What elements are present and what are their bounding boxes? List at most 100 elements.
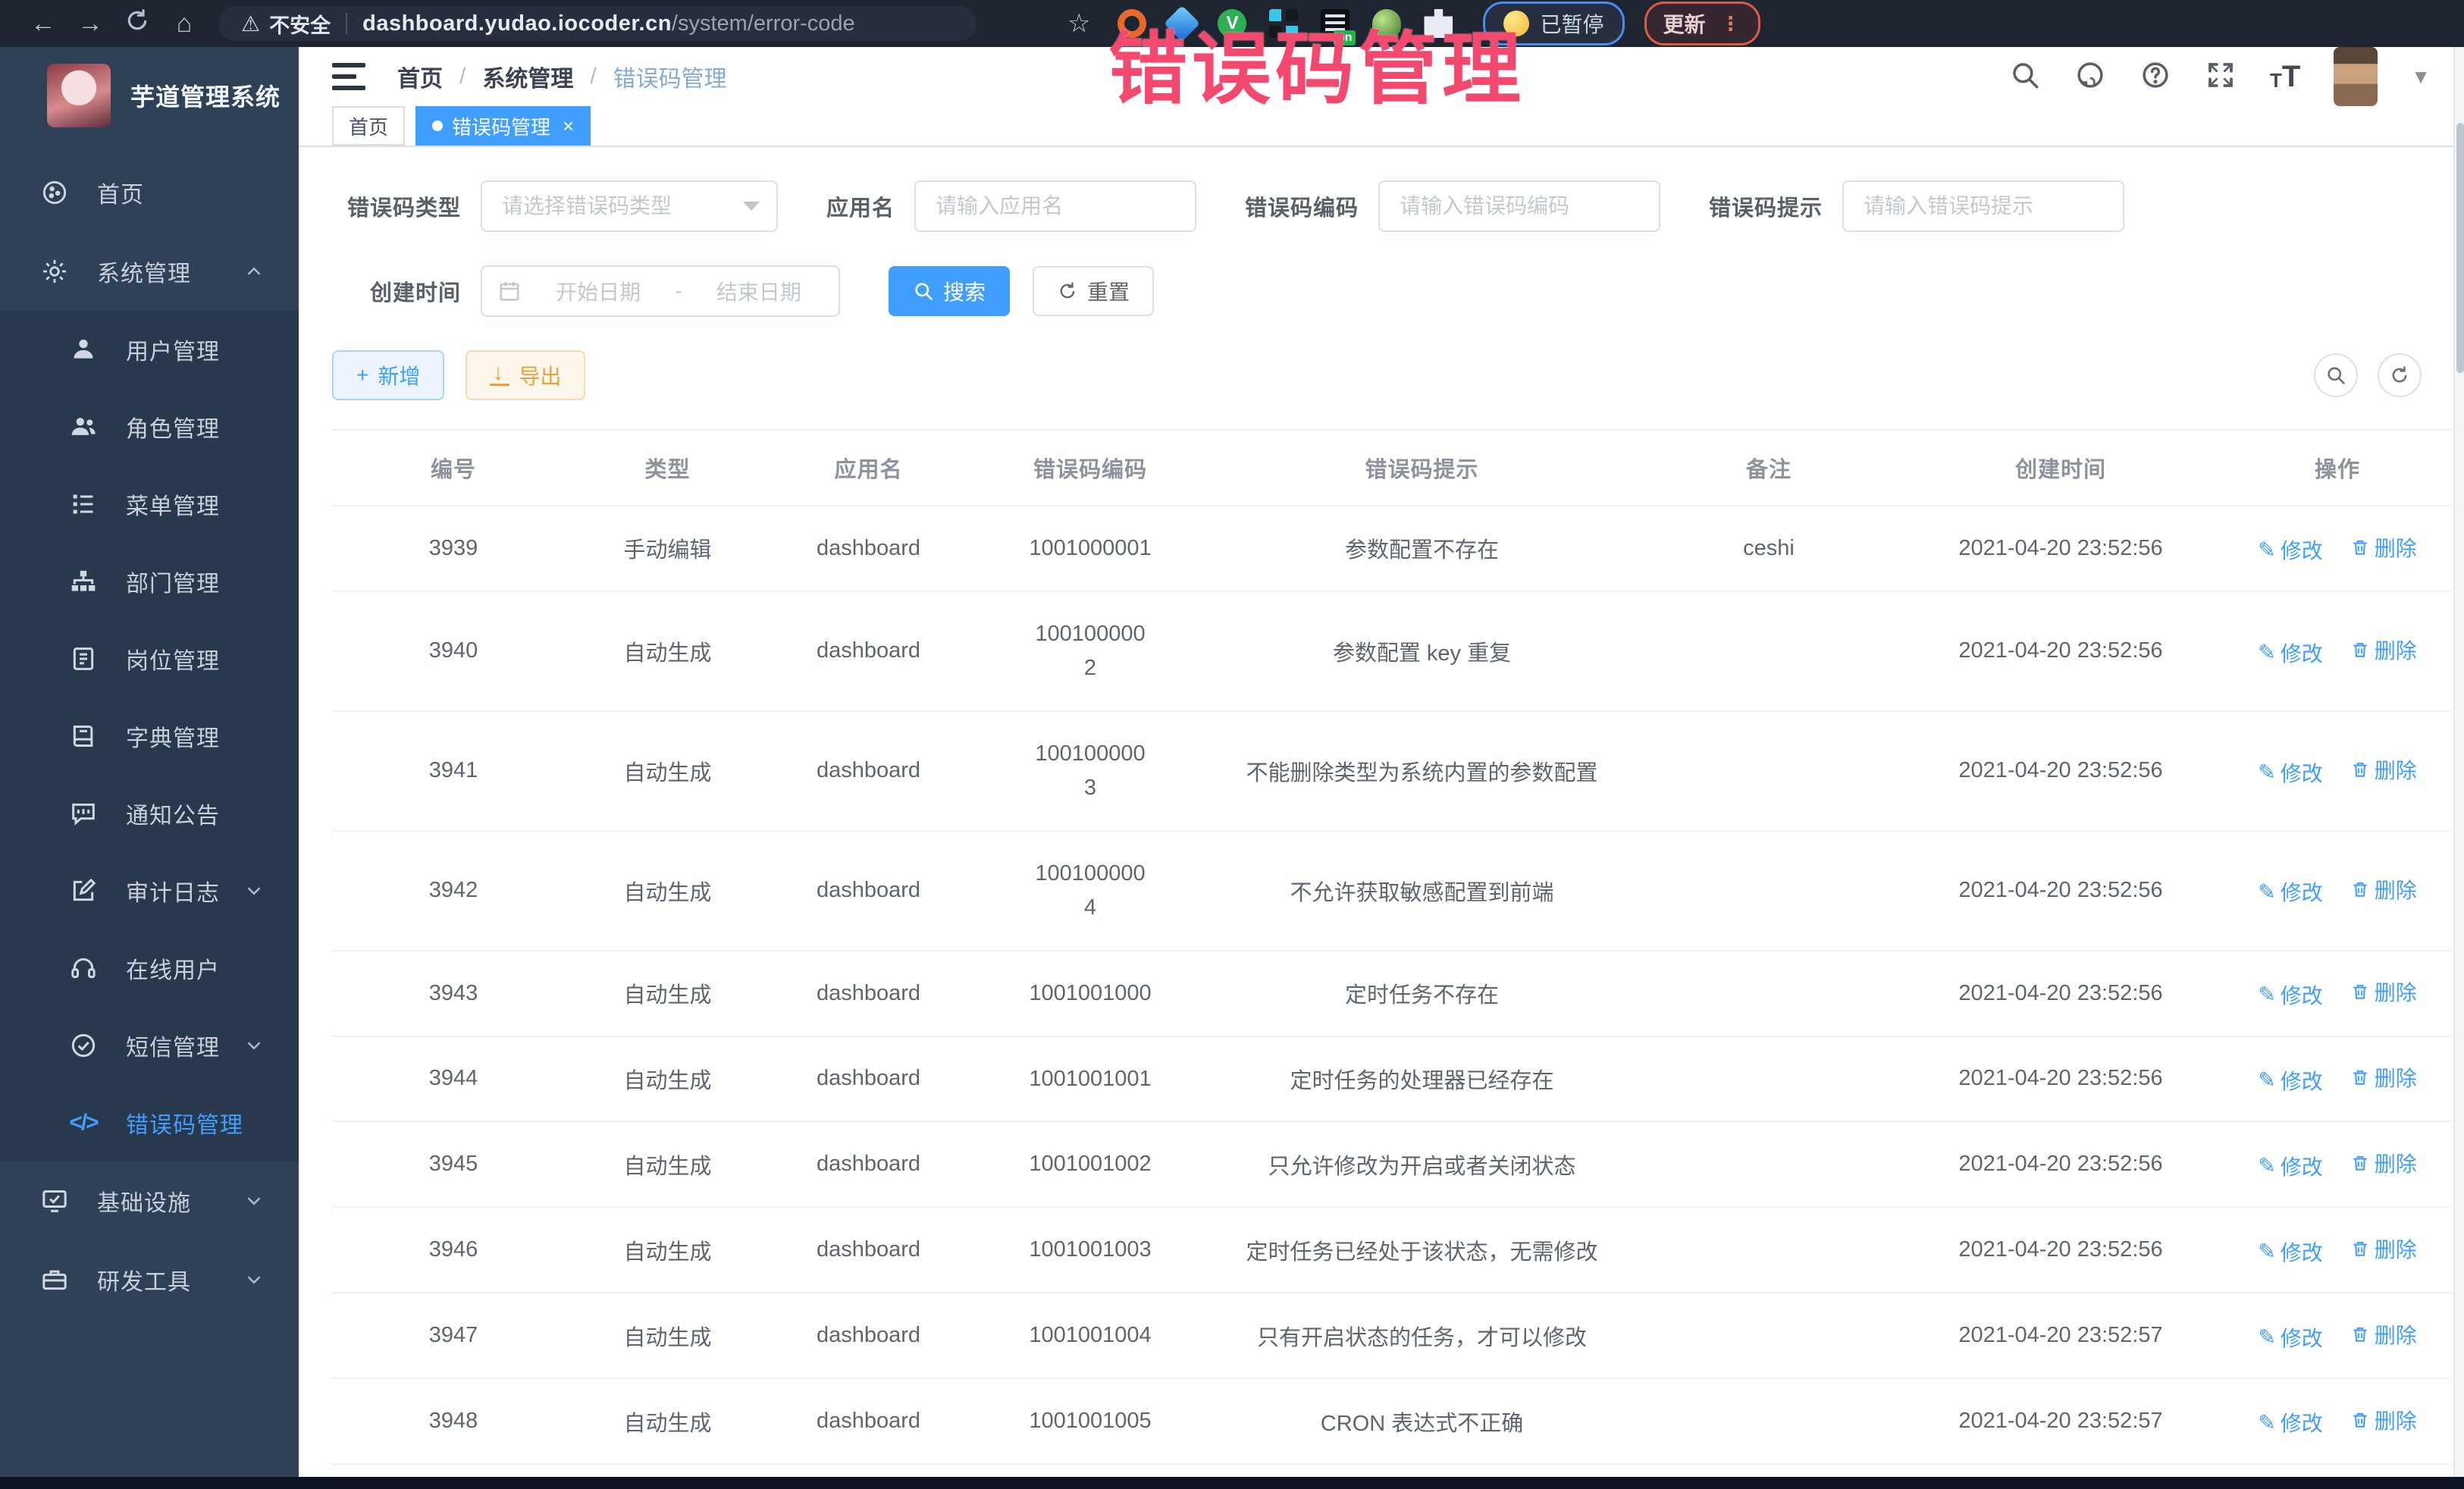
show-search-button[interactable] <box>2314 353 2358 397</box>
delete-link[interactable]: 删除 <box>2350 976 2417 1007</box>
edit-link[interactable]: ✎修改 <box>2258 534 2322 565</box>
cell-type: 自动生成 <box>575 831 760 951</box>
cell-hint: CRON 表达式不正确 <box>1204 1378 1640 1464</box>
cell-ops: ✎修改 删除 <box>2224 711 2451 831</box>
delete-link[interactable]: 删除 <box>2350 1062 2417 1092</box>
caret-down-icon[interactable]: ▼ <box>2411 65 2431 89</box>
sidebar-item-audit-log[interactable]: 审计日志 <box>0 852 299 929</box>
sidebar-item-dev-tools[interactable]: 研发工具 <box>0 1240 299 1319</box>
cell-app: dashboard <box>760 591 977 711</box>
browser-forward-icon[interactable]: → <box>67 9 114 39</box>
add-button[interactable]: + 新增 <box>332 350 444 400</box>
sidebar-item-roles[interactable]: 角色管理 <box>0 388 299 466</box>
delete-link[interactable]: 删除 <box>2350 1148 2417 1178</box>
calendar-icon <box>497 279 522 303</box>
pencil-icon: ✎ <box>2258 982 2275 1007</box>
edit-link[interactable]: ✎修改 <box>2258 980 2322 1010</box>
sidebar-item-sms[interactable]: 短信管理 <box>0 1007 299 1084</box>
breadcrumb-system[interactable]: 系统管理 <box>482 60 573 93</box>
sidebar-item-dict[interactable]: 字典管理 <box>0 697 299 775</box>
sidebar-item-infra[interactable]: 基础设施 <box>0 1161 299 1240</box>
date-range-picker[interactable]: 开始日期 - 结束日期 <box>481 265 840 317</box>
cell-type: 自动生成 <box>575 1207 760 1293</box>
cell-code: 1001001001 <box>977 1036 1204 1122</box>
bookmark-star-icon[interactable]: ☆ <box>1067 8 1090 39</box>
start-date-placeholder: 开始日期 <box>534 276 663 306</box>
app-name-input[interactable] <box>914 180 1196 232</box>
breadcrumb-home[interactable]: 首页 <box>397 60 443 93</box>
cell-remark <box>1640 711 1898 831</box>
table-row: 3948 自动生成 dashboard 1001001005 CRON 表达式不… <box>332 1378 2451 1464</box>
update-button[interactable]: 更新 ⋮ <box>1644 2 1760 45</box>
edit-link[interactable]: ✎修改 <box>2258 1237 2322 1267</box>
pencil-icon: ✎ <box>2258 1067 2275 1092</box>
cell-id: 3943 <box>332 951 575 1036</box>
edit-link[interactable]: ✎修改 <box>2258 1065 2322 1096</box>
col-hint: 错误码提示 <box>1204 430 1640 506</box>
sidebar-item-departments[interactable]: 部门管理 <box>0 543 299 620</box>
cell-ops: ✎修改 删除 <box>2224 1036 2451 1122</box>
help-icon[interactable] <box>2140 59 2171 95</box>
font-size-icon[interactable]: TT <box>2270 63 2300 90</box>
browser-back-icon[interactable]: ← <box>20 9 67 39</box>
user-avatar[interactable] <box>2334 47 2378 106</box>
search-icon[interactable] <box>2009 59 2041 95</box>
cell-time: 2021-04-20 23:52:56 <box>1898 711 2224 831</box>
browser-menu-icon[interactable]: ⋮ <box>1721 12 1741 36</box>
search-button[interactable]: 搜索 <box>889 266 1010 316</box>
error-code-input[interactable] <box>1378 180 1660 232</box>
cell-ops: ✎修改 删除 <box>2224 506 2451 591</box>
sidebar-item-menus[interactable]: 菜单管理 <box>0 466 299 543</box>
hamburger-icon[interactable] <box>332 63 365 90</box>
address-bar[interactable]: ⚠ 不安全 dashboard.yudao.iocoder.cn/system/… <box>218 6 977 41</box>
delete-link[interactable]: 删除 <box>2350 1234 2417 1264</box>
app-logo-row[interactable]: 芋道管理系统 <box>0 47 299 144</box>
trash-icon <box>2350 538 2370 557</box>
delete-link[interactable]: 删除 <box>2350 1405 2417 1435</box>
delete-link[interactable]: 删除 <box>2350 754 2417 785</box>
edit-link[interactable]: ✎修改 <box>2258 638 2322 668</box>
sidebar: 芋道管理系统 首页 系统管理 <box>0 47 299 1477</box>
sidebar-item-users[interactable]: 用户管理 <box>0 311 299 388</box>
sidebar-item-home[interactable]: 首页 <box>0 153 299 232</box>
tab-home[interactable]: 首页 <box>332 106 405 146</box>
delete-link[interactable]: 删除 <box>2350 874 2417 904</box>
sidebar-item-online-users[interactable]: 在线用户 <box>0 929 299 1007</box>
sidebar-item-error-code[interactable]: </> 错误码管理 <box>0 1084 299 1161</box>
cell-time: 2021-04-20 23:52:56 <box>1898 591 2224 711</box>
edit-link[interactable]: ✎修改 <box>2258 757 2322 788</box>
fullscreen-icon[interactable] <box>2205 59 2237 95</box>
github-icon[interactable] <box>2074 59 2106 95</box>
edit-link[interactable]: ✎修改 <box>2258 1322 2322 1353</box>
tab-close-icon[interactable]: × <box>563 114 574 138</box>
window-scrollbar[interactable] <box>2453 47 2464 1477</box>
edit-link[interactable]: ✎修改 <box>2258 1151 2322 1181</box>
trash-icon <box>2350 879 2370 899</box>
col-time: 创建时间 <box>1898 430 2224 506</box>
sidebar-item-posts[interactable]: 岗位管理 <box>0 620 299 697</box>
reset-button[interactable]: 重置 <box>1033 266 1154 316</box>
error-hint-input[interactable] <box>1842 180 2124 232</box>
trash-icon <box>2350 1153 2370 1173</box>
export-button[interactable]: 导出 <box>466 350 585 400</box>
browser-reload-icon[interactable] <box>114 8 161 39</box>
edit-link[interactable]: ✎修改 <box>2258 1407 2322 1437</box>
page-content: 错误码类型 应用名 错误码编码 <box>299 147 2464 1489</box>
delete-link[interactable]: 删除 <box>2350 532 2417 563</box>
tab-error-code[interactable]: 错误码管理 × <box>415 106 591 146</box>
delete-link[interactable]: 删除 <box>2350 635 2417 665</box>
cell-time: 2021-04-20 23:52:56 <box>1898 506 2224 591</box>
edit-link[interactable]: ✎修改 <box>2258 876 2322 907</box>
error-type-select[interactable] <box>481 180 778 232</box>
sidebar-item-system[interactable]: 系统管理 <box>0 232 299 311</box>
cell-app: dashboard <box>760 506 977 591</box>
insecure-label[interactable]: 不安全 <box>269 9 331 39</box>
delete-link[interactable]: 删除 <box>2350 1319 2417 1350</box>
sidebar-item-notice[interactable]: 通知公告 <box>0 775 299 852</box>
url-domain[interactable]: dashboard.yudao.iocoder.cn <box>362 11 672 36</box>
cell-code: 1001001004 <box>977 1293 1204 1378</box>
refresh-button[interactable] <box>2378 353 2422 397</box>
url-path[interactable]: /system/error-code <box>672 11 855 36</box>
scrollbar-thumb[interactable] <box>2456 123 2464 373</box>
browser-home-icon[interactable]: ⌂ <box>161 9 208 39</box>
